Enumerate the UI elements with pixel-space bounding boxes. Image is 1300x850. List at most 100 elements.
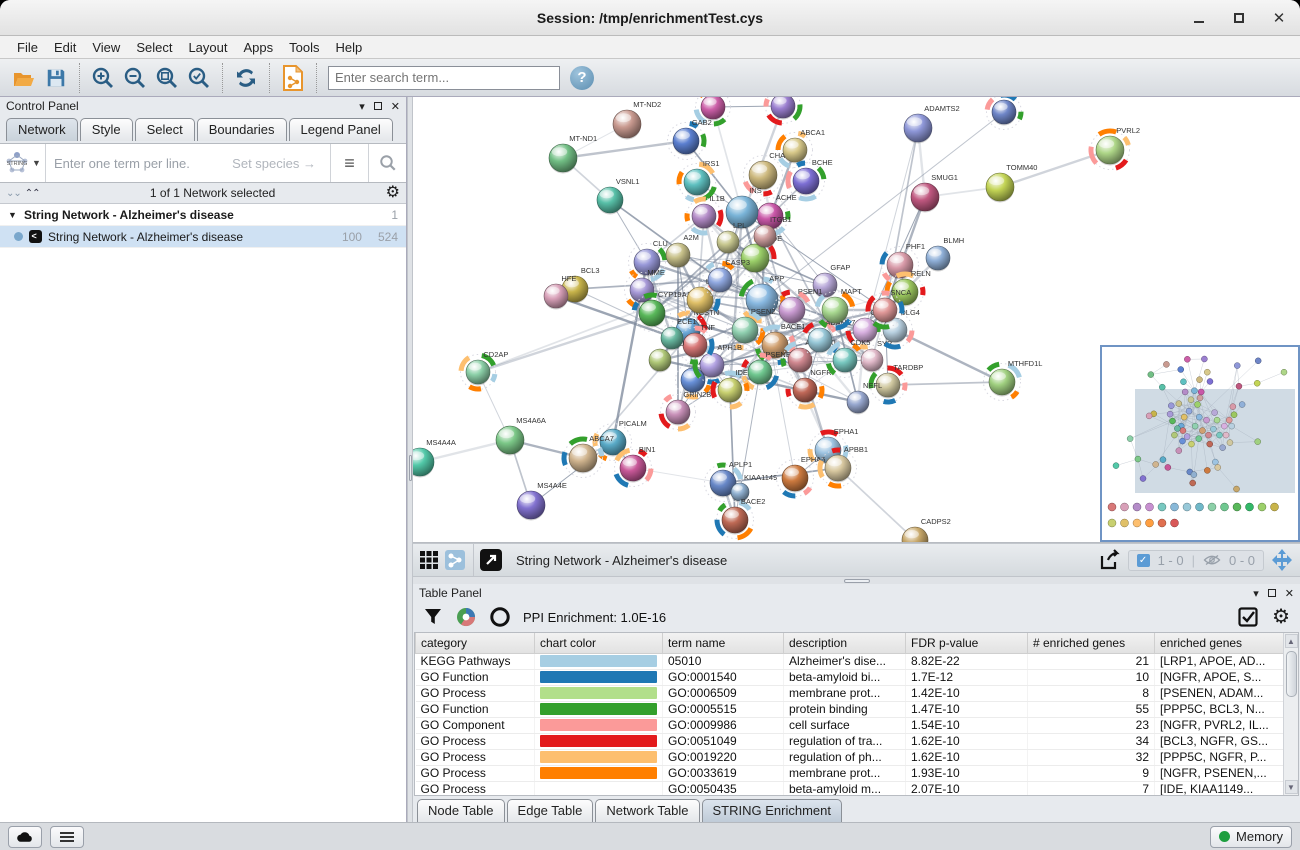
tab-network[interactable]: Network xyxy=(6,118,78,141)
menu-edit[interactable]: Edit xyxy=(47,38,83,57)
column-header-term-name[interactable]: term name xyxy=(663,633,784,653)
horizontal-splitter[interactable] xyxy=(413,576,1300,584)
enrichment-settings-gear-icon[interactable]: ⚙ xyxy=(1272,607,1290,627)
scroll-up-icon[interactable]: ▲ xyxy=(1285,634,1298,648)
menu-apps[interactable]: Apps xyxy=(237,38,281,57)
protein-node[interactable]: ADAMTS2 xyxy=(904,104,960,144)
panel-close-icon[interactable]: ✕ xyxy=(391,100,400,113)
table-row[interactable]: GO ProcessGO:0050435beta-amyloid m...2.0… xyxy=(416,781,1288,796)
protein-node[interactable]: TREM2 xyxy=(766,97,814,124)
menu-view[interactable]: View xyxy=(85,38,127,57)
table-row[interactable]: GO FunctionGO:0005515protein binding1.47… xyxy=(416,701,1288,717)
tab-style[interactable]: Style xyxy=(80,118,133,141)
table-panel-menu-icon[interactable]: ▾ xyxy=(1253,587,1259,600)
h-splitter-handle[interactable] xyxy=(844,579,870,583)
network-view-icon[interactable] xyxy=(445,550,465,570)
menu-tools[interactable]: Tools xyxy=(282,38,326,57)
network-collection-row[interactable]: ▼ String Network - Alzheimer's disease 1 xyxy=(0,204,406,226)
help-icon[interactable]: ? xyxy=(570,66,594,90)
enrichment-table[interactable]: categorychart colorterm namedescriptionF… xyxy=(414,632,1299,796)
search-input[interactable] xyxy=(328,66,560,90)
refresh-button[interactable] xyxy=(230,62,262,94)
column-header-enriched-genes[interactable]: enriched genes xyxy=(1155,633,1288,653)
automation-status-button[interactable] xyxy=(8,826,42,848)
minimize-button[interactable] xyxy=(1192,11,1206,25)
expand-all-icon[interactable]: ⌃⌃ xyxy=(25,188,40,199)
column-header-FDR-p-value[interactable]: FDR p-value xyxy=(906,633,1028,653)
protein-node[interactable]: MT-ND2 xyxy=(613,100,661,140)
maximize-button[interactable] xyxy=(1232,11,1246,25)
close-button[interactable]: ✕ xyxy=(1272,11,1286,25)
column-header-description[interactable]: description xyxy=(784,633,906,653)
tab-node-table[interactable]: Node Table xyxy=(417,799,505,822)
table-panel-float-icon[interactable] xyxy=(1268,589,1276,597)
table-row[interactable]: GO ProcessGO:0019220regulation of ph...1… xyxy=(416,749,1288,765)
memory-button[interactable]: Memory xyxy=(1210,826,1292,848)
tree-expand-icon[interactable]: ▼ xyxy=(8,210,18,220)
protein-node[interactable]: NEFL xyxy=(847,381,882,415)
export-network-icon[interactable] xyxy=(1098,548,1122,572)
zoom-fit-button[interactable] xyxy=(151,62,183,94)
network-panel-gear-icon[interactable]: ⚙ xyxy=(386,185,400,201)
network-row[interactable]: String Network - Alzheimer's disease 100… xyxy=(0,226,406,248)
collapse-all-icon[interactable]: ⌄⌄ xyxy=(6,188,21,199)
select-columns-icon[interactable] xyxy=(1238,607,1258,627)
protein-node[interactable]: EPHA5 xyxy=(777,455,826,497)
tab-edge-table[interactable]: Edge Table xyxy=(507,799,594,822)
scroll-down-icon[interactable]: ▼ xyxy=(1285,780,1298,794)
open-session-button[interactable] xyxy=(8,62,40,94)
string-protein-query-selector[interactable]: STRING ▼ xyxy=(0,144,46,182)
protein-node[interactable]: TOMM40 xyxy=(986,163,1037,203)
string-query-input[interactable]: Enter one term per line. Set species → xyxy=(46,144,330,182)
panel-menu-icon[interactable]: ▾ xyxy=(359,100,365,113)
protein-node[interactable]: GRIN2B xyxy=(661,390,712,430)
filter-icon[interactable] xyxy=(423,607,443,627)
network-from-file-button[interactable] xyxy=(277,62,309,94)
table-panel-close-icon[interactable]: ✕ xyxy=(1285,587,1294,600)
task-history-button[interactable] xyxy=(50,826,84,848)
protein-node[interactable]: ABCA7 xyxy=(564,434,614,478)
protein-node[interactable]: SORL1 xyxy=(987,97,1035,130)
protein-node[interactable]: CD2AP xyxy=(461,350,509,390)
zoom-out-button[interactable] xyxy=(119,62,151,94)
tab-select[interactable]: Select xyxy=(135,118,195,141)
detach-view-icon[interactable] xyxy=(480,549,502,571)
species-hint[interactable]: Set species → xyxy=(232,156,322,171)
string-search-button[interactable] xyxy=(368,144,406,182)
protein-node[interactable]: GAB2 xyxy=(668,118,712,160)
network-canvas[interactable]: MT-ND2CD33TREM2ADAMTS2SORL1PVRL2GAB2MT-N… xyxy=(413,97,1300,543)
string-options-button[interactable]: ≡ xyxy=(330,144,368,182)
protein-node[interactable]: MS4A6A xyxy=(496,416,546,456)
menu-select[interactable]: Select xyxy=(129,38,179,57)
birdseye-view[interactable] xyxy=(1100,345,1300,542)
menu-help[interactable]: Help xyxy=(329,38,370,57)
grid-view-icon[interactable] xyxy=(419,550,439,570)
menu-file[interactable]: File xyxy=(10,38,45,57)
table-row[interactable]: GO ProcessGO:0006509membrane prot...1.42… xyxy=(416,685,1288,701)
table-row[interactable]: KEGG Pathways05010Alzheimer's dise...8.8… xyxy=(416,653,1288,669)
protein-node[interactable]: BLMH xyxy=(926,236,964,272)
save-session-button[interactable] xyxy=(40,62,72,94)
birdseye-toggle-icon[interactable] xyxy=(1270,548,1294,572)
table-row[interactable]: GO ProcessGO:0051049regulation of tra...… xyxy=(416,733,1288,749)
menu-layout[interactable]: Layout xyxy=(181,38,234,57)
panel-float-icon[interactable] xyxy=(374,102,382,110)
table-scrollbar[interactable]: ▲ ▼ xyxy=(1283,633,1298,795)
protein-node[interactable]: BACE2 xyxy=(717,497,766,539)
protein-node[interactable]: CADPS2 xyxy=(902,517,951,543)
pie-chart-icon[interactable] xyxy=(455,606,477,628)
column-header-chart-color[interactable]: chart color xyxy=(535,633,663,653)
scrollbar-thumb[interactable] xyxy=(1286,651,1297,697)
tab-string-enrichment[interactable]: STRING Enrichment xyxy=(702,799,842,822)
table-row[interactable]: GO ComponentGO:0009986cell surface1.54E-… xyxy=(416,717,1288,733)
table-row[interactable]: GO ProcessGO:0033619membrane prot...1.93… xyxy=(416,765,1288,781)
zoom-in-button[interactable] xyxy=(87,62,119,94)
protein-node[interactable]: VSNL1 xyxy=(597,177,640,215)
protein-node[interactable]: MTHFD1L xyxy=(984,359,1043,401)
title-bar[interactable]: Session: /tmp/enrichmentTest.cys ✕ xyxy=(0,0,1300,36)
tab-network-table[interactable]: Network Table xyxy=(595,799,699,822)
tab-boundaries[interactable]: Boundaries xyxy=(197,118,287,141)
enrichment-table-header[interactable]: categorychart colorterm namedescriptionF… xyxy=(416,633,1288,653)
table-row[interactable]: GO FunctionGO:0001540beta-amyloid bi...1… xyxy=(416,669,1288,685)
zoom-selected-button[interactable] xyxy=(183,62,215,94)
